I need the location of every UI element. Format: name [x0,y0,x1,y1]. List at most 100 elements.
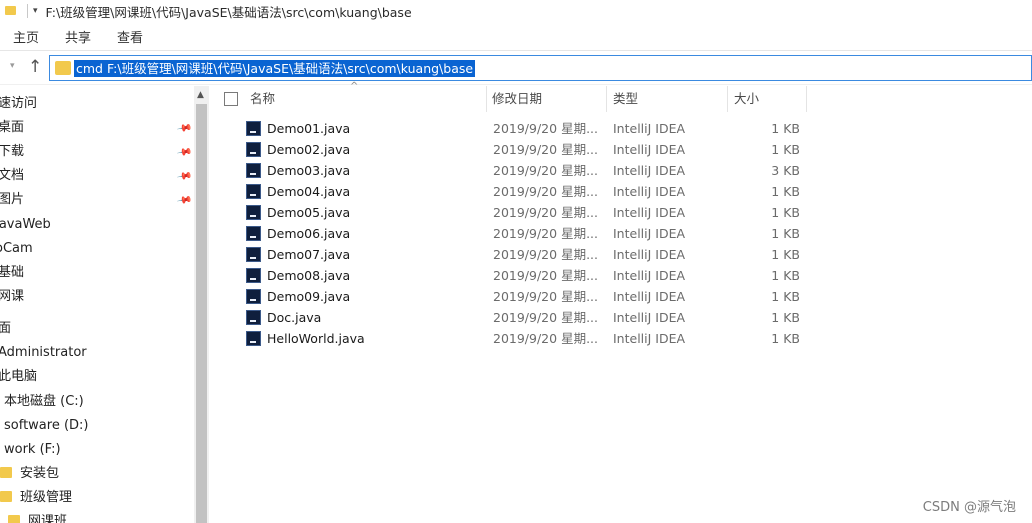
file-name: HelloWorld.java [267,331,365,346]
sidebar-item-label: 面 [0,321,12,336]
column-header-date[interactable]: 修改日期 [492,86,542,112]
sidebar-item-drive-f[interactable]: work (F:) [4,439,61,461]
recent-locations-icon[interactable]: ▾ [10,61,15,71]
sidebar-item-label: software (D:) [4,418,89,433]
file-size: 1 KB [771,247,800,262]
file-row[interactable]: Demo05.java 2019/9/20 星期... IntelliJ IDE… [240,202,810,223]
sidebar-item-installers[interactable]: 安装包 [0,463,59,485]
intellij-file-icon [246,121,261,136]
address-input[interactable]: cmd F:\班级管理\网课班\代码\JavaSE\基础语法\src\com\k… [74,60,476,77]
intellij-file-icon [246,247,261,262]
up-arrow-icon[interactable]: ↑ [28,57,42,77]
ribbon-tabs: 主页 共享 查看 [0,22,1032,50]
sidebar-item-pictures[interactable]: 图片 [0,189,24,211]
file-name: Demo09.java [267,289,351,304]
sidebar-item-online-class-folder[interactable]: 网课班 [8,511,67,523]
sidebar-item-administrator[interactable]: Administrator [0,342,87,364]
file-type: IntelliJ IDEA [613,310,686,325]
tab-share[interactable]: 共享 [52,27,104,46]
folder-icon [55,61,71,75]
file-type: IntelliJ IDEA [613,226,686,241]
file-row[interactable]: Demo02.java 2019/9/20 星期... IntelliJ IDE… [240,139,810,160]
file-size: 1 KB [771,268,800,283]
file-row[interactable]: Demo04.java 2019/9/20 星期... IntelliJ IDE… [240,181,810,202]
file-type: IntelliJ IDEA [613,247,686,262]
sidebar-item-online-class[interactable]: 网课 [0,286,24,308]
file-row[interactable]: Doc.java 2019/9/20 星期... IntelliJ IDEA 1… [240,307,810,328]
file-type: IntelliJ IDEA [613,289,686,304]
file-type: IntelliJ IDEA [613,268,686,283]
intellij-file-icon [246,205,261,220]
scrollbar-thumb[interactable] [196,104,207,523]
folder-icon [5,5,16,15]
sidebar-item-quick-access[interactable]: 速访问 [0,93,37,115]
sidebar-item-label: 班级管理 [20,490,73,505]
file-date: 2019/9/20 星期... [493,268,598,283]
sidebar-item-label: oCam [0,241,33,256]
sidebar-item-desktop-root[interactable]: 面 [0,318,11,340]
file-row[interactable]: HelloWorld.java 2019/9/20 星期... IntelliJ… [240,328,810,349]
scroll-up-icon[interactable]: ▲ [197,90,204,100]
sidebar-item-label: 速访问 [0,96,38,111]
file-name: Demo06.java [267,226,351,241]
sidebar-item-downloads[interactable]: 下载 [0,141,24,163]
intellij-file-icon [246,142,261,157]
file-row[interactable]: Demo03.java 2019/9/20 星期... IntelliJ IDE… [240,160,810,181]
column-header-size[interactable]: 大小 [734,86,759,112]
file-row[interactable]: Demo07.java 2019/9/20 星期... IntelliJ IDE… [240,244,810,265]
file-row[interactable]: Demo09.java 2019/9/20 星期... IntelliJ IDE… [240,286,810,307]
file-size: 1 KB [771,289,800,304]
column-divider[interactable] [486,86,487,112]
column-divider[interactable] [806,86,807,112]
sidebar-item-this-pc[interactable]: 此电脑 [0,366,37,388]
file-type: IntelliJ IDEA [613,121,686,136]
sidebar-item-desktop[interactable]: 桌面 [0,117,24,139]
ribbon-divider [0,50,1032,51]
tab-home[interactable]: 主页 [0,27,52,46]
sidebar-item-drive-d[interactable]: software (D:) [4,415,89,437]
file-row[interactable]: Demo06.java 2019/9/20 星期... IntelliJ IDE… [240,223,810,244]
file-row[interactable]: Demo01.java 2019/9/20 星期... IntelliJ IDE… [240,118,810,139]
file-date: 2019/9/20 星期... [493,247,598,262]
pin-icon: 📌 [175,120,193,137]
folder-icon [8,515,20,523]
column-header-name[interactable]: 名称 [250,86,275,112]
column-divider[interactable] [727,86,728,112]
tab-view[interactable]: 查看 [104,27,156,46]
file-type: IntelliJ IDEA [613,205,686,220]
file-name: Demo08.java [267,268,351,283]
column-divider[interactable] [606,86,607,112]
intellij-file-icon [246,163,261,178]
file-name: Demo05.java [267,205,351,220]
sort-ascending-icon: ^ [350,81,359,92]
sidebar-item-label: 基础 [0,265,25,280]
file-size: 1 KB [771,184,800,199]
sidebar-item-drive-c[interactable]: 本地磁盘 (C:) [4,391,84,413]
sidebar-item-label: 下载 [0,144,25,159]
quick-access-dropdown-icon[interactable]: ▾ [33,6,38,16]
select-all-checkbox[interactable] [224,92,238,106]
file-date: 2019/9/20 星期... [493,163,598,178]
file-date: 2019/9/20 星期... [493,205,598,220]
navigation-pane: 速访问 桌面 📌 下载 📌 文档 📌 图片 📌 JavaWeb oCam 基础 … [0,86,194,523]
sidebar-item-javaweb[interactable]: JavaWeb [0,214,51,236]
intellij-file-icon [246,226,261,241]
file-name: Demo02.java [267,142,351,157]
pin-icon: 📌 [175,144,193,161]
file-size: 1 KB [771,205,800,220]
sidebar-item-basics[interactable]: 基础 [0,262,24,284]
file-type: IntelliJ IDEA [613,142,686,157]
sidebar-item-class-management[interactable]: 班级管理 [0,487,72,509]
sidebar-scrollbar[interactable]: ▲ [194,86,209,523]
file-row[interactable]: Demo08.java 2019/9/20 星期... IntelliJ IDE… [240,265,810,286]
sidebar-item-label: 图片 [0,192,25,207]
file-name: Doc.java [267,310,322,325]
sidebar-item-label: JavaWeb [0,217,51,232]
pin-icon: 📌 [175,168,193,185]
column-header-type[interactable]: 类型 [613,86,638,112]
sidebar-item-documents[interactable]: 文档 [0,165,24,187]
file-type: IntelliJ IDEA [613,184,686,199]
sidebar-item-ocam[interactable]: oCam [0,238,33,260]
file-size: 1 KB [771,310,800,325]
address-bar[interactable]: cmd F:\班级管理\网课班\代码\JavaSE\基础语法\src\com\k… [49,55,1032,81]
